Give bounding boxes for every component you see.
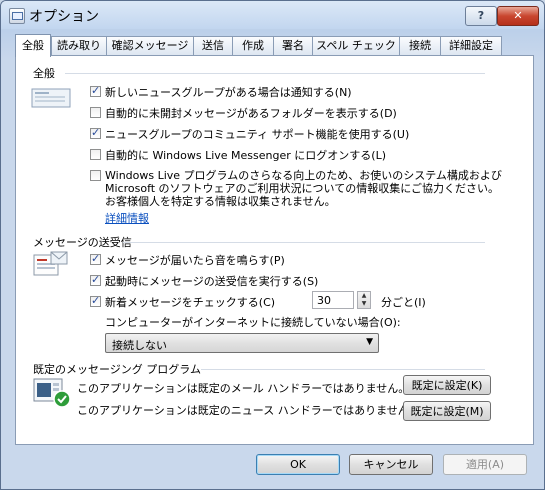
offline-behavior-select[interactable]: 接続しない ▼ — [105, 333, 379, 353]
notify-newsgroups-label: 新しいニュースグループがある場合は通知する(N) — [105, 86, 352, 99]
tab-receipts[interactable]: 確認メッセージ — [106, 36, 194, 55]
messenger-logon-checkbox[interactable] — [90, 149, 101, 160]
title-bar[interactable]: オプション ? ✕ — [1, 1, 544, 29]
set-default-mail-button[interactable]: 既定に設定(K) — [403, 375, 491, 395]
newsgroup-icon — [31, 88, 71, 108]
apply-button: 適用(A) — [443, 454, 527, 475]
close-button[interactable]: ✕ — [497, 6, 539, 26]
tab-send[interactable]: 送信 — [193, 36, 233, 55]
set-default-news-button[interactable]: 既定に設定(M) — [403, 401, 491, 421]
improvement-line-3: お客様個人を特定する情報は収集されません。 — [105, 195, 336, 208]
cancel-button[interactable]: キャンセル — [349, 454, 433, 475]
send-receive-at-startup-checkbox[interactable] — [90, 273, 101, 286]
check-new-messages-label: 新着メッセージをチェックする(C) — [105, 296, 276, 309]
send-receive-at-startup-label: 起動時にメッセージの送受信を実行する(S) — [105, 275, 319, 288]
check-interval-input[interactable]: 30 — [312, 291, 354, 309]
offline-label: コンピューターがインターネットに接続していない場合(O): — [105, 316, 401, 329]
tab-connection[interactable]: 接続 — [399, 36, 441, 55]
check-interval-spinner[interactable]: ▲ ▼ — [357, 291, 371, 309]
default-program-icon — [33, 378, 71, 408]
check-interval-value: 30 — [317, 294, 331, 307]
show-unread-folders-label: 自動的に未開封メッセージがあるフォルダーを表示する(D) — [105, 107, 397, 120]
mail-handler-text: このアプリケーションは既定のメール ハンドラーではありません。 — [77, 382, 410, 395]
improvement-program-checkbox[interactable] — [90, 170, 101, 181]
more-info-link[interactable]: 詳細情報 — [105, 210, 149, 226]
tab-compose[interactable]: 作成 — [232, 36, 274, 55]
tab-general[interactable]: 全般 — [15, 34, 51, 57]
check-new-messages-checkbox[interactable] — [90, 294, 101, 307]
chevron-down-icon: ▼ — [366, 337, 373, 347]
default-programs-separator — [201, 369, 485, 370]
tab-read[interactable]: 読み取り — [51, 36, 107, 55]
general-heading: 全般 — [33, 67, 55, 80]
show-unread-folders-checkbox[interactable] — [90, 107, 101, 118]
play-sound-label: メッセージが届いたら音を鳴らす(P) — [105, 254, 285, 267]
send-receive-heading: メッセージの送受信 — [33, 236, 132, 249]
help-button[interactable]: ? — [465, 6, 497, 26]
spin-up-icon[interactable]: ▲ — [358, 292, 370, 300]
tab-signatures[interactable]: 署名 — [273, 36, 313, 55]
community-support-checkbox[interactable] — [90, 126, 101, 139]
tab-spelling[interactable]: スペル チェック — [312, 36, 400, 55]
spin-down-icon[interactable]: ▼ — [358, 300, 370, 308]
window-title: オプション — [29, 9, 99, 25]
tab-advanced[interactable]: 詳細設定 — [440, 36, 502, 55]
options-dialog: オプション ? ✕ 全般 読み取り 確認メッセージ 送信 作成 署名 スペル チ… — [0, 0, 545, 490]
messenger-logon-label: 自動的に Windows Live Messenger にログオンする(L) — [105, 149, 386, 162]
send-receive-icon — [33, 251, 68, 276]
play-sound-checkbox[interactable] — [90, 252, 101, 265]
send-receive-separator — [123, 242, 485, 243]
ok-button[interactable]: OK — [256, 454, 340, 475]
offline-behavior-value: 接続しない — [112, 339, 167, 352]
news-handler-text: このアプリケーションは既定のニュース ハンドラーではありません。 — [77, 404, 420, 417]
notify-newsgroups-checkbox[interactable] — [90, 84, 101, 97]
community-support-label: ニュースグループのコミュニティ サポート機能を使用する(U) — [105, 128, 410, 141]
mail-app-icon — [9, 8, 25, 24]
check-interval-unit: 分ごと(I) — [381, 296, 426, 309]
general-separator — [65, 73, 485, 74]
